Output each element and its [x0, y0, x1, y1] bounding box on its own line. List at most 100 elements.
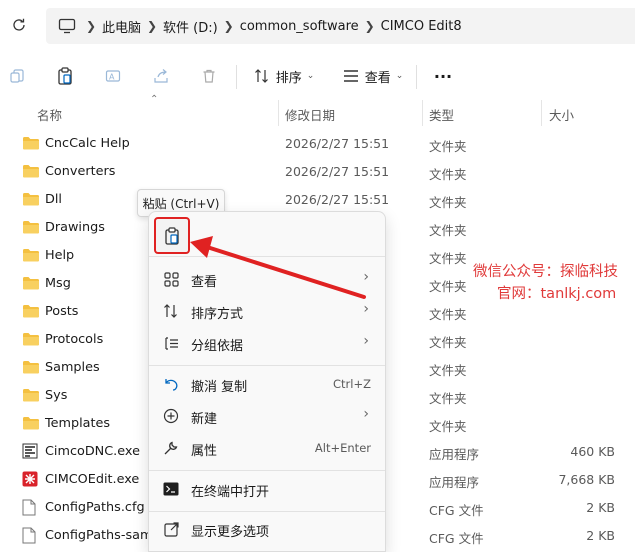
- sort-icon: [162, 302, 180, 320]
- file-size: 460 KB: [570, 444, 615, 459]
- chevron-right-icon[interactable]: ❯: [80, 19, 102, 33]
- file-type: 文件夹: [429, 335, 467, 350]
- delete-button[interactable]: [198, 61, 220, 91]
- rename-button[interactable]: A: [102, 61, 124, 91]
- file-name: CncCalc Help: [45, 136, 130, 151]
- clipboard-icon: [165, 226, 179, 245]
- folder-icon: [22, 163, 40, 181]
- refresh-button[interactable]: [8, 14, 30, 36]
- folder-icon: [22, 359, 40, 377]
- folder-icon: [22, 219, 40, 237]
- toolbar-divider: [236, 65, 237, 89]
- file-date: 2026/2/27 15:51: [285, 192, 390, 207]
- list-view-icon: [343, 70, 358, 82]
- file-name: ConfigPaths.cfg: [45, 500, 145, 515]
- share-button[interactable]: [150, 61, 172, 91]
- file-row[interactable]: Dll 2026/2/27 15:51 文件夹: [0, 186, 635, 214]
- file-name: Posts: [45, 304, 79, 319]
- refresh-icon: [13, 18, 25, 31]
- computer-icon[interactable]: [58, 18, 80, 34]
- paste-button-toolbar[interactable]: [54, 61, 76, 91]
- file-type: 文件夹: [429, 391, 467, 406]
- file-type: 文件夹: [429, 363, 467, 378]
- file-name: ConfigPaths-samp: [45, 528, 161, 543]
- folder-icon: [22, 331, 40, 349]
- context-menu: 查看 › 排序方式 › 分组依据 › 撤消 复制 Ctrl+Z 新建 › 属性: [148, 211, 386, 552]
- view-dropdown[interactable]: 查看 ⌄: [340, 61, 406, 91]
- file-type: 文件夹: [429, 307, 467, 322]
- breadcrumb-common-software[interactable]: common_software: [240, 19, 359, 34]
- menu-item-group[interactable]: 分组依据 ›: [149, 328, 385, 358]
- breadcrumb-drive-d[interactable]: 软件 (D:): [163, 17, 218, 36]
- undo-shortcut: Ctrl+Z: [333, 377, 371, 391]
- menu-item-sort[interactable]: 排序方式 ›: [149, 296, 385, 326]
- wrench-icon: [162, 439, 180, 457]
- chevron-right-icon[interactable]: ❯: [359, 19, 381, 33]
- column-divider[interactable]: [278, 100, 279, 126]
- command-bar: A 排序 ⌄ 查看 ⌄ ···: [0, 55, 635, 97]
- breadcrumb-this-pc[interactable]: 此电脑: [102, 17, 141, 36]
- address-row: ❯ 此电脑 ❯ 软件 (D:) ❯ common_software ❯ CIMC…: [0, 0, 635, 52]
- trash-icon: [203, 69, 215, 83]
- column-divider[interactable]: [422, 100, 423, 126]
- plus-circle-icon: [162, 407, 180, 425]
- menu-item-properties[interactable]: 属性 Alt+Enter: [149, 433, 385, 463]
- paste-button[interactable]: [154, 217, 190, 254]
- file-size: 2 KB: [586, 528, 615, 543]
- menu-item-new[interactable]: 新建 ›: [149, 401, 385, 431]
- terminal-icon: [162, 480, 180, 498]
- menu-item-view[interactable]: 查看 ›: [149, 264, 385, 294]
- file-date: 2026/2/27 15:51: [285, 136, 390, 151]
- clipboard-icon: [58, 67, 72, 85]
- group-list-icon: [162, 334, 180, 352]
- column-divider[interactable]: [541, 100, 542, 126]
- file-type: 文件夹: [429, 251, 467, 266]
- column-name[interactable]: 名称: [37, 105, 62, 124]
- properties-shortcut: Alt+Enter: [314, 441, 371, 455]
- chevron-right-icon[interactable]: ❯: [141, 19, 163, 33]
- file-row[interactable]: Converters 2026/2/27 15:51 文件夹: [0, 158, 635, 186]
- copy-icon: [10, 69, 24, 83]
- menu-label-new: 新建: [191, 412, 218, 427]
- file-type: CFG 文件: [429, 531, 484, 546]
- share-icon: [154, 69, 168, 83]
- more-options-button[interactable]: ···: [430, 61, 456, 91]
- file-name: CimcoDNC.exe: [45, 444, 140, 459]
- column-size[interactable]: 大小: [549, 105, 574, 124]
- folder-icon: [22, 303, 40, 321]
- folder-icon: [22, 275, 40, 293]
- file-name: CIMCOEdit.exe: [45, 472, 140, 487]
- file-type: 文件夹: [429, 419, 467, 434]
- file-type: 文件夹: [429, 279, 467, 294]
- rename-icon: A: [105, 70, 121, 82]
- column-type[interactable]: 类型: [429, 105, 454, 124]
- file-type: 文件夹: [429, 223, 467, 238]
- grid-icon: [162, 270, 180, 288]
- folder-icon: [22, 387, 40, 405]
- menu-item-more-options[interactable]: 显示更多选项: [149, 514, 385, 544]
- chevron-right-icon: ›: [363, 333, 369, 349]
- chevron-right-icon[interactable]: ❯: [218, 19, 240, 33]
- sort-icon: [254, 69, 268, 83]
- column-header-row: ⌃ 名称 修改日期 类型 大小: [0, 94, 635, 126]
- chevron-down-icon: ⌄: [306, 71, 315, 81]
- address-bar[interactable]: ❯ 此电脑 ❯ 软件 (D:) ❯ common_software ❯ CIMC…: [46, 8, 635, 44]
- menu-separator: [149, 256, 385, 257]
- copy-button[interactable]: [6, 61, 28, 91]
- file-name: Dll: [45, 192, 62, 207]
- menu-separator: [149, 511, 385, 512]
- file-name: Templates: [45, 416, 111, 431]
- menu-item-open-terminal[interactable]: 在终端中打开: [149, 474, 385, 504]
- file-type: 文件夹: [429, 167, 467, 182]
- menu-item-undo-copy[interactable]: 撤消 复制 Ctrl+Z: [149, 369, 385, 399]
- file-size: 2 KB: [586, 500, 615, 515]
- menu-label-view: 查看: [191, 275, 218, 290]
- column-date[interactable]: 修改日期: [285, 105, 335, 124]
- sort-dropdown[interactable]: 排序 ⌄: [252, 61, 316, 91]
- breadcrumb-cimco-edit8[interactable]: CIMCO Edit8: [381, 19, 462, 34]
- file-type: 文件夹: [429, 195, 467, 210]
- folder-icon: [22, 247, 40, 265]
- cimco-app-icon: [22, 471, 40, 489]
- file-row[interactable]: CncCalc Help 2026/2/27 15:51 文件夹: [0, 130, 635, 158]
- undo-icon: [162, 375, 180, 393]
